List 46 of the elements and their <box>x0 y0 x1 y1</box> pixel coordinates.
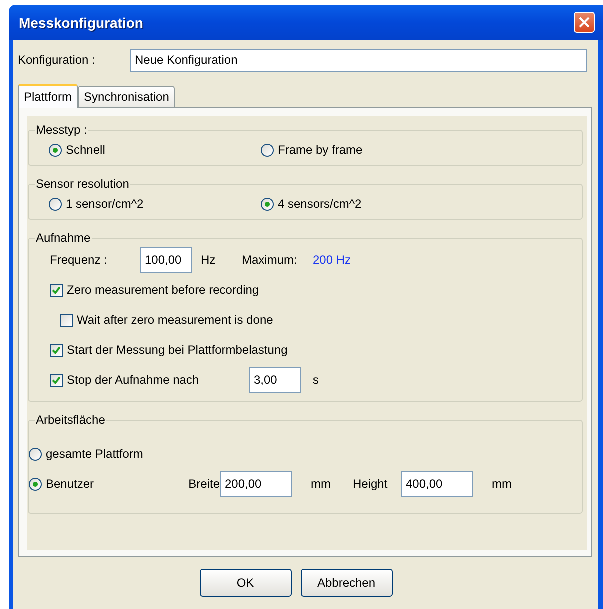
radio-button[interactable] <box>261 198 274 210</box>
group-title: Arbeitsfläche <box>35 413 106 427</box>
field-label: Height <box>353 477 389 491</box>
dimension-field[interactable]: 400,00 <box>401 471 473 497</box>
checkbox[interactable] <box>50 344 63 356</box>
dimension-field[interactable]: 200,00 <box>220 471 292 497</box>
window-title: Messkonfiguration <box>19 14 144 30</box>
field-label: Frequenz : <box>50 253 108 267</box>
checkbox-label: Stop der Aufnahme nach <box>67 373 200 387</box>
maximum-label: Maximum: <box>242 253 298 267</box>
checkbox[interactable] <box>50 284 63 296</box>
radio-label: 4 sensors/cm^2 <box>278 197 362 211</box>
radio-label: 1 sensor/cm^2 <box>66 197 144 211</box>
checkbox[interactable] <box>50 374 63 386</box>
unit-label: Hz <box>201 253 217 267</box>
radio-button[interactable] <box>49 198 62 210</box>
radio-button[interactable] <box>261 144 274 156</box>
radio-label: Benutzer <box>46 477 94 491</box>
checkbox[interactable] <box>60 314 73 326</box>
close-icon <box>579 17 590 28</box>
maximum-value: 200 Hz <box>313 253 352 267</box>
group-title: Aufnahme <box>35 231 92 245</box>
frequency-field[interactable]: 100,00 <box>140 247 192 273</box>
radio-label: gesamte Plattform <box>46 447 144 461</box>
checkbox-label: Start der Messung bei Plattformbelastung <box>67 343 288 357</box>
radio-button[interactable] <box>29 448 42 460</box>
checkbox-label: Zero measurement before recording <box>67 283 260 297</box>
group-title: Sensor resolution <box>35 177 130 191</box>
radio-label: Schnell <box>66 143 106 157</box>
group-title: Messtyp : <box>35 123 88 137</box>
radio-label: Frame by frame <box>278 143 363 157</box>
field-label: Konfiguration : <box>18 53 96 67</box>
field-label: Breite <box>188 477 220 491</box>
unit-label: s <box>313 373 319 387</box>
radio-button[interactable] <box>49 144 62 156</box>
configuration-name-field[interactable]: Neue Konfiguration <box>130 48 587 72</box>
checkbox-label: Wait after zero measurement is done <box>77 313 274 327</box>
duration-field[interactable]: 3,00 <box>249 367 301 393</box>
dialog-button[interactable]: Abbrechen <box>300 569 392 597</box>
unit-label: mm <box>492 477 513 491</box>
tab[interactable]: Plattform <box>18 84 78 108</box>
tab[interactable]: Synchronisation <box>78 86 176 107</box>
close-button[interactable] <box>574 12 595 33</box>
dialog-button[interactable]: OK <box>200 569 292 597</box>
unit-label: mm <box>311 477 332 491</box>
radio-button[interactable] <box>29 478 42 490</box>
